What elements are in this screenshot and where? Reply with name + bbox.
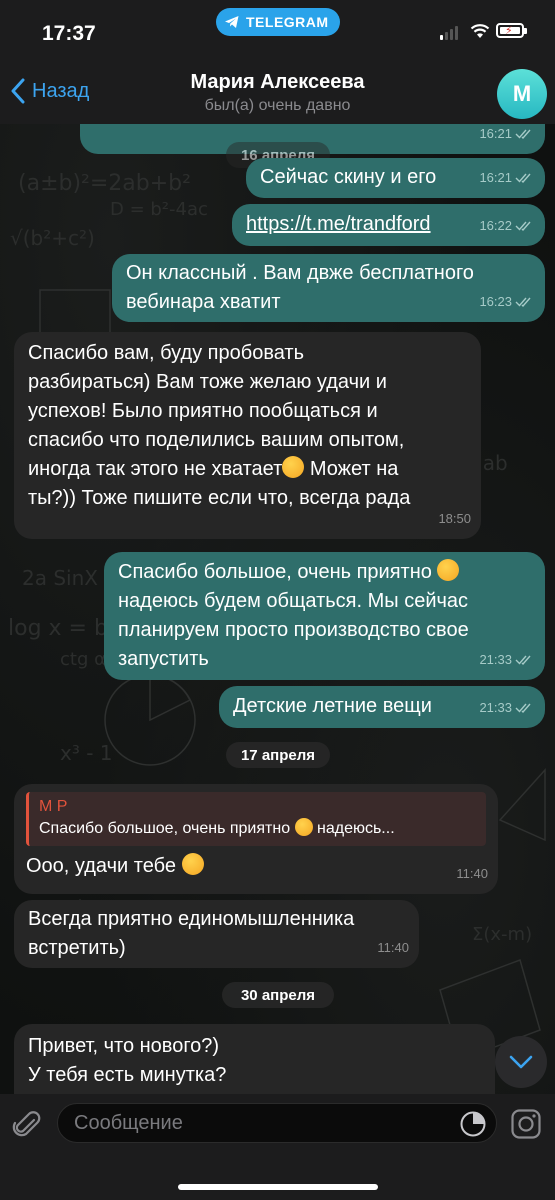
message-time: 18:50 (438, 511, 471, 526)
battery-icon: ⚡ (496, 23, 527, 38)
chevron-down-icon (509, 1055, 533, 1069)
cellular-signal-icon (440, 26, 458, 40)
message-text-line: Он классный . Вам двже бесплатного (126, 262, 474, 284)
message-time: 21:33 (479, 700, 512, 715)
date-separator: 30 апреля (222, 982, 334, 1008)
message-text-line: успехов! Было приятно пообщаться и (28, 400, 378, 422)
telegram-plane-icon (225, 16, 239, 28)
message-bubble-outgoing[interactable]: Спасибо большое, очень приятно надеюсь б… (104, 552, 545, 680)
reply-text: Спасибо большое, очень приятно надеюсь..… (39, 818, 395, 837)
message-text-line: вебинара хватит (126, 291, 281, 313)
message-text-line: Привет, что нового?) (28, 1035, 220, 1057)
wifi-icon (470, 24, 490, 38)
message-text-line: надеюсь будем общаться. Мы сейчас (118, 590, 469, 612)
message-text-line: разбираться) Вам тоже желаю удачи и (28, 371, 387, 393)
star-struck-emoji (181, 853, 204, 875)
double-check-icon (515, 703, 531, 713)
message-text-line: Ооо, удачи тебе (26, 852, 486, 881)
reply-author: М Р (39, 798, 68, 815)
return-to-app-pill[interactable]: TELEGRAM (216, 8, 340, 36)
message-link[interactable]: https://t.me/trandford (246, 213, 431, 235)
sticker-icon[interactable] (459, 1110, 487, 1138)
double-check-icon (515, 655, 531, 665)
message-meta: 21:33 (479, 693, 535, 722)
message-meta: 11:40 (456, 859, 488, 888)
app-pill-label: TELEGRAM (246, 14, 329, 30)
message-text-line: Спасибо вам, буду пробовать (28, 342, 304, 364)
message-input[interactable] (57, 1103, 497, 1143)
double-check-icon (515, 129, 531, 139)
smiling-face-emoji (282, 456, 305, 478)
smiling-face-blush-emoji (294, 818, 313, 836)
date-separator: 17 апреля (226, 742, 330, 768)
message-meta: 16:21 (479, 163, 535, 192)
chat-header: Назад Мария Алексеева был(а) очень давно… (0, 62, 555, 124)
message-meta: 18:50 (438, 504, 471, 533)
contact-last-seen: был(а) очень давно (204, 97, 351, 114)
message-bubble-incoming[interactable]: Спасибо вам, буду пробовать разбираться)… (14, 332, 481, 539)
message-time: 11:40 (456, 866, 488, 881)
message-bubble-outgoing[interactable]: Сейчас скину и его 16:21 (246, 158, 545, 198)
message-text-line: иногда так этого не хватает Может на (28, 456, 399, 480)
status-time: 17:37 (42, 22, 96, 45)
scroll-to-bottom-button[interactable] (495, 1036, 547, 1088)
status-bar: 17:37 TELEGRAM ⚡ (0, 0, 555, 62)
message-text: Детские летние вещи (233, 695, 432, 717)
message-time: 21:33 (479, 652, 512, 667)
home-indicator (178, 1184, 378, 1190)
message-list[interactable]: 16:21 16 апреля Сейчас скину и его 16:21… (0, 124, 555, 1094)
message-time: 16:23 (479, 294, 512, 309)
message-text-line: планируем просто производство свое (118, 619, 469, 641)
message-text: Сейчас скину и его (260, 166, 437, 188)
reply-preview[interactable]: М Р Спасибо большое, очень приятно надею… (26, 792, 486, 846)
message-text-line: У тебя есть минутка? (28, 1064, 227, 1086)
message-bubble-outgoing[interactable]: Он классный . Вам двже бесплатного вебин… (112, 254, 545, 322)
message-bubble-incoming[interactable]: Всегда приятно единомышленника встретить… (14, 900, 419, 968)
message-time: 16:21 (479, 126, 512, 141)
message-time: 11:40 (377, 940, 409, 955)
camera-icon[interactable] (510, 1108, 542, 1140)
message-text-line: запустить (118, 648, 209, 670)
message-text-line: ты?)) Тоже пишите если что, всегда рада (28, 487, 411, 509)
message-text-line: встретить) (28, 937, 126, 959)
message-bubble-outgoing[interactable]: https://t.me/trandford 16:22 (232, 204, 545, 246)
message-meta: 21:33 (479, 645, 535, 674)
message-time: 16:22 (479, 218, 512, 233)
contact-name[interactable]: Мария Алексеева (0, 71, 555, 94)
message-meta: 16:21 (479, 124, 535, 148)
message-text-line: спасибо что поделились вашим опытом, (28, 429, 405, 451)
message-meta: 11:40 (377, 933, 409, 962)
paperclip-icon[interactable] (12, 1108, 42, 1142)
double-check-icon (515, 297, 531, 307)
message-meta: 16:23 (479, 287, 535, 316)
message-text-line: Спасибо большое, очень приятно (118, 558, 531, 587)
message-bubble-outgoing[interactable]: Детские летние вещи 21:33 (219, 686, 545, 728)
contact-avatar[interactable]: М (497, 69, 547, 119)
message-text-line: Всегда приятно единомышленника (28, 908, 355, 930)
smiling-face-blush-emoji (437, 559, 460, 581)
double-check-icon (515, 221, 531, 231)
double-check-icon (515, 173, 531, 183)
message-time: 16:21 (479, 170, 512, 185)
message-bubble-incoming[interactable]: М Р Спасибо большое, очень приятно надею… (14, 784, 498, 894)
message-meta: 16:22 (479, 211, 535, 240)
message-bubble-incoming[interactable]: Привет, что нового?) У тебя есть минутка… (14, 1024, 495, 1094)
